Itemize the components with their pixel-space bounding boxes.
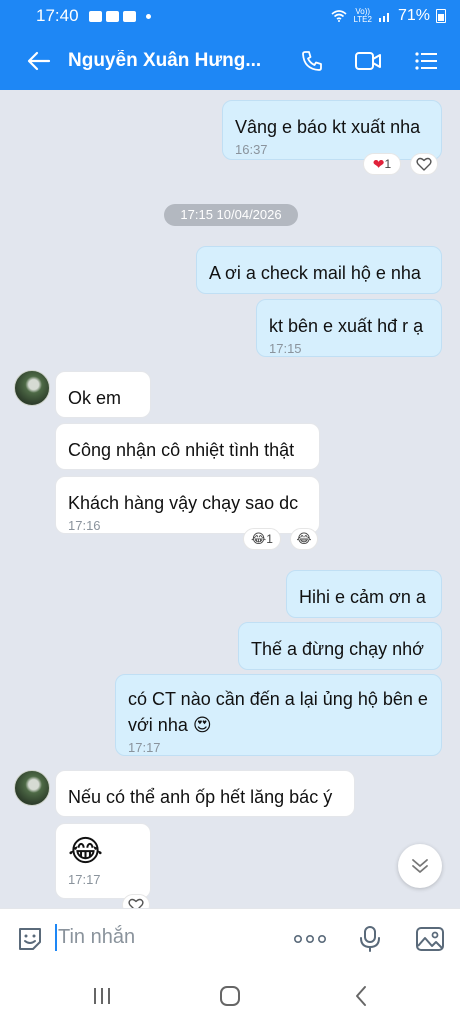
react-button[interactable]: 😂 <box>290 528 318 550</box>
message-text: Nếu có thể anh ốp hết lăng bác ý <box>68 787 333 807</box>
folder-icon <box>105 10 119 22</box>
battery-icon <box>436 9 446 23</box>
home-button[interactable] <box>212 982 248 1010</box>
message-outgoing[interactable]: Thế a đừng chạy nhớ <box>238 622 442 670</box>
message-text: kt bên e xuất hđ r ạ <box>269 316 424 336</box>
message-text: A ơi a check mail hộ e nha <box>209 263 421 283</box>
video-call-button[interactable] <box>346 39 390 83</box>
recent-apps-button[interactable] <box>84 982 120 1010</box>
signal-icon <box>378 13 389 22</box>
image-picker-button[interactable] <box>410 919 450 959</box>
text-cursor <box>55 924 57 951</box>
contact-avatar[interactable] <box>14 370 50 406</box>
message-input[interactable]: Tin nhắn <box>58 926 135 949</box>
message-incoming[interactable]: Ok em <box>55 371 151 418</box>
message-text: Ok em <box>68 388 122 408</box>
heart-outline-icon <box>128 898 144 908</box>
message-text: Khách hàng vậy chạy sao dc <box>68 493 299 513</box>
heart-icon: ❤ <box>372 155 385 172</box>
message-composer: Tin nhắn <box>0 908 460 969</box>
menu-button[interactable] <box>404 39 448 83</box>
contact-name[interactable]: Nguyễn Xuân Hưng... <box>68 50 280 72</box>
message-time: 17:15 <box>269 341 302 356</box>
date-separator: 17:15 10/04/2026 <box>164 204 298 226</box>
status-time: 17:40 <box>36 6 79 25</box>
message-outgoing[interactable]: có CT nào cần đến a lại ủng hộ bên e với… <box>115 674 442 756</box>
reaction-count: 1 <box>266 532 273 546</box>
voice-input-button[interactable] <box>350 919 390 959</box>
scroll-to-bottom-button[interactable] <box>398 844 442 888</box>
message-incoming[interactable]: Khách hàng vậy chạy sao dc 17:16 <box>55 476 320 534</box>
back-button[interactable] <box>10 32 68 90</box>
message-text: có CT nào cần đến a lại ủng hộ bên e với… <box>128 689 428 735</box>
back-nav-button[interactable] <box>343 982 379 1010</box>
react-button[interactable] <box>122 894 150 908</box>
message-incoming[interactable]: Nếu có thể anh ốp hết lăng bác ý <box>55 770 355 817</box>
message-outgoing[interactable]: Vâng e báo kt xuất nha 16:37 <box>222 100 442 160</box>
message-text: Thế a đừng chạy nhớ <box>251 639 424 659</box>
more-dots-icon <box>293 934 326 944</box>
chat-header: Nguyễn Xuân Hưng... <box>0 32 460 90</box>
network-label: Vo)) LTE2 <box>353 7 372 24</box>
status-bar: 17:40 Vo)) LTE2 71% <box>0 0 460 32</box>
list-menu-icon <box>415 52 437 70</box>
image-icon <box>416 927 444 951</box>
system-navigation-bar <box>0 968 460 1024</box>
home-icon <box>220 986 240 1006</box>
reaction-count: 1 <box>384 157 392 171</box>
message-emoji: 😂 <box>68 835 104 868</box>
react-button[interactable] <box>410 153 438 175</box>
chevron-left-icon <box>356 986 366 1006</box>
microphone-icon <box>360 926 380 952</box>
message-list[interactable]: Vâng e báo kt xuất nha 16:37 ❤ 1 17:15 10… <box>0 90 460 908</box>
phone-icon <box>302 51 322 71</box>
reaction-summary[interactable]: ❤ 1 <box>363 153 401 175</box>
sticker-face-icon <box>19 928 41 950</box>
message-text: Công nhận cô nhiệt tình thật <box>68 440 295 460</box>
more-options-button[interactable] <box>290 919 330 959</box>
recent-apps-icon <box>94 988 110 1004</box>
facebook-icon <box>88 10 102 22</box>
sticker-button[interactable] <box>10 919 50 959</box>
message-time: 17:17 <box>128 740 161 755</box>
more-notifications-icon <box>145 13 151 19</box>
notification-icons <box>88 10 151 22</box>
laughing-emoji-icon: 😂 <box>251 531 267 546</box>
message-text: Hihi e cảm ơn a <box>299 587 426 607</box>
laughing-emoji-icon: 😂 <box>296 531 312 546</box>
call-button[interactable] <box>290 39 334 83</box>
message-text: Vâng e báo kt xuất nha <box>235 117 421 137</box>
double-chevron-down-icon <box>412 859 428 873</box>
arrow-left-icon <box>27 51 51 71</box>
message-incoming[interactable]: Công nhận cô nhiệt tình thật <box>55 423 320 470</box>
video-camera-icon <box>355 52 381 70</box>
message-outgoing[interactable]: Hihi e cảm ơn a <box>286 570 442 618</box>
message-time: 17:17 <box>68 872 101 887</box>
contact-avatar[interactable] <box>14 770 50 806</box>
wifi-icon <box>331 10 347 22</box>
message-outgoing[interactable]: kt bên e xuất hđ r ạ 17:15 <box>256 299 442 357</box>
message-time: 16:37 <box>235 142 268 157</box>
checkbox-icon <box>122 10 136 22</box>
message-outgoing[interactable]: A ơi a check mail hộ e nha <box>196 246 442 294</box>
battery-percent: 71% <box>397 7 430 24</box>
reaction-summary[interactable]: 😂 1 <box>243 528 281 550</box>
heart-outline-icon <box>416 157 432 171</box>
message-incoming[interactable]: 😂 17:17 <box>55 823 151 899</box>
